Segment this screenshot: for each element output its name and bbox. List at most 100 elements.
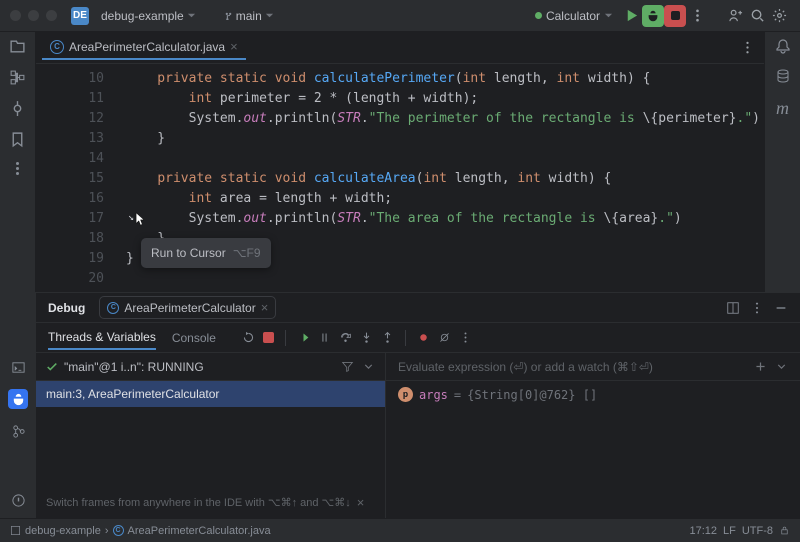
close-icon[interactable]: × (261, 300, 269, 315)
frames-header: "main"@1 i..n": RUNNING (36, 353, 385, 381)
project-name: debug-example (101, 9, 184, 23)
debug-body: Debug C AreaPerimeterCalculator × Thread… (36, 293, 800, 518)
structure-tool-icon[interactable] (9, 69, 26, 86)
resume-icon[interactable] (297, 331, 310, 344)
breadcrumb[interactable]: debug-example › C AreaPerimeterCalculato… (10, 525, 271, 537)
readonly-lock-icon[interactable] (779, 525, 790, 536)
branch-icon (224, 11, 233, 20)
mouse-cursor (135, 212, 146, 226)
project-dropdown[interactable]: debug-example (95, 7, 202, 25)
java-class-icon: C (113, 525, 124, 536)
debug-tool-icon-active[interactable] (8, 389, 28, 409)
chevron-down-icon[interactable] (775, 360, 788, 373)
add-watch-icon[interactable] (754, 360, 767, 373)
more-debug-icon[interactable] (459, 331, 472, 344)
stop-icon[interactable] (263, 332, 274, 343)
file-tab[interactable]: C AreaPerimeterCalculator.java × (42, 35, 246, 60)
gutter[interactable]: 101112131415161718192021 ↘ (36, 64, 126, 292)
branch-name: main (236, 9, 262, 23)
debug-session-tab[interactable]: C AreaPerimeterCalculator × (99, 296, 276, 319)
frames-hint: Switch frames from anywhere in the IDE w… (36, 487, 385, 518)
close-tab-icon[interactable]: × (230, 39, 238, 54)
java-class-icon: C (50, 40, 64, 54)
variables-panel: Evaluate expression (⏎) or add a watch (… (386, 353, 800, 518)
main-area: C AreaPerimeterCalculator.java × 1011121… (0, 32, 800, 292)
caret-position[interactable]: 17:12 (689, 525, 717, 537)
thread-label[interactable]: "main"@1 i..n": RUNNING (64, 360, 204, 374)
close-hint-icon[interactable]: × (357, 495, 365, 510)
problems-tool-icon[interactable] (8, 490, 28, 510)
step-out-icon[interactable] (381, 331, 394, 344)
search-icon[interactable] (746, 5, 768, 27)
debug-subtabs: Threads & Variables Console (36, 323, 800, 353)
run-config-dropdown[interactable]: Calculator (528, 7, 620, 25)
check-icon (46, 361, 58, 373)
more-button[interactable] (686, 5, 708, 27)
branch-dropdown[interactable]: main (218, 7, 280, 25)
threads-vars-tab[interactable]: Threads & Variables (48, 330, 156, 350)
mute-breakpoints-icon[interactable] (438, 331, 451, 344)
file-encoding[interactable]: UTF-8 (742, 525, 773, 537)
chevron-down-icon[interactable] (362, 360, 375, 373)
frames-panel: "main"@1 i..n": RUNNING main:3, AreaPeri… (36, 353, 386, 518)
maven-tool-icon[interactable]: m (776, 98, 789, 119)
java-class-icon: C (107, 302, 119, 314)
chevron-down-icon (265, 11, 274, 20)
line-separator[interactable]: LF (723, 525, 736, 537)
notifications-icon[interactable] (775, 38, 791, 54)
terminal-tool-icon[interactable] (8, 357, 28, 377)
code-area[interactable]: private static void calculatePerimeter(i… (126, 64, 764, 292)
view-breakpoints-icon[interactable] (417, 331, 430, 344)
pause-icon[interactable] (318, 331, 331, 344)
editor-pane: C AreaPerimeterCalculator.java × 1011121… (36, 32, 764, 292)
code-editor[interactable]: 101112131415161718192021 ↘ private stati… (36, 64, 764, 292)
variable-row[interactable]: p args = {String[0]@762} [] (386, 381, 800, 408)
window-controls[interactable] (10, 10, 57, 21)
tab-more-icon[interactable] (736, 37, 758, 59)
bookmarks-tool-icon[interactable] (9, 131, 26, 148)
debug-session-label: AreaPerimeterCalculator (124, 301, 255, 315)
step-into-icon[interactable] (360, 331, 373, 344)
rerun-icon[interactable] (242, 331, 255, 344)
eval-placeholder[interactable]: Evaluate expression (⏎) or add a watch (… (398, 360, 653, 374)
run-config-name: Calculator (546, 9, 600, 23)
code-with-me-icon[interactable] (724, 5, 746, 27)
debug-title: Debug (48, 301, 85, 315)
step-over-icon[interactable] (339, 331, 352, 344)
stop-button[interactable] (664, 5, 686, 27)
left-tool-rail (0, 32, 36, 292)
debug-header: Debug C AreaPerimeterCalculator × (36, 293, 800, 323)
more-tools-icon[interactable] (16, 162, 19, 175)
variable-name: args (419, 388, 448, 402)
titlebar: DE debug-example main Calculator (0, 0, 800, 32)
database-tool-icon[interactable] (775, 68, 791, 84)
file-tab-label: AreaPerimeterCalculator.java (69, 40, 225, 54)
minimize-icon[interactable] (774, 301, 788, 315)
more-icon[interactable] (750, 301, 764, 315)
right-tool-rail: m (764, 32, 800, 292)
console-tab[interactable]: Console (172, 331, 216, 345)
chevron-down-icon (604, 11, 613, 20)
debug-left-rail (0, 293, 36, 518)
project-tool-icon[interactable] (9, 38, 26, 55)
param-badge-icon: p (398, 387, 413, 402)
debug-button[interactable] (642, 5, 664, 27)
editor-tabs: C AreaPerimeterCalculator.java × (36, 32, 764, 64)
filter-icon[interactable] (341, 360, 354, 373)
project-badge: DE (71, 7, 89, 25)
debug-content: "main"@1 i..n": RUNNING main:3, AreaPeri… (36, 353, 800, 518)
run-config-dot (535, 12, 542, 19)
chevron-down-icon (187, 11, 196, 20)
debug-tool-window: Debug C AreaPerimeterCalculator × Thread… (0, 292, 800, 518)
stack-frame-row[interactable]: main:3, AreaPerimeterCalculator (36, 381, 385, 407)
variable-value: {String[0]@762} [] (467, 388, 597, 402)
run-button[interactable] (620, 5, 642, 27)
settings-icon[interactable] (768, 5, 790, 27)
statusbar: debug-example › C AreaPerimeterCalculato… (0, 518, 800, 542)
module-icon (10, 525, 21, 536)
commit-tool-icon[interactable] (9, 100, 26, 117)
run-to-cursor-tooltip: Run to Cursor⌥F9 (141, 238, 271, 268)
variables-header: Evaluate expression (⏎) or add a watch (… (386, 353, 800, 381)
git-tool-icon[interactable] (8, 421, 28, 441)
layout-icon[interactable] (726, 301, 740, 315)
